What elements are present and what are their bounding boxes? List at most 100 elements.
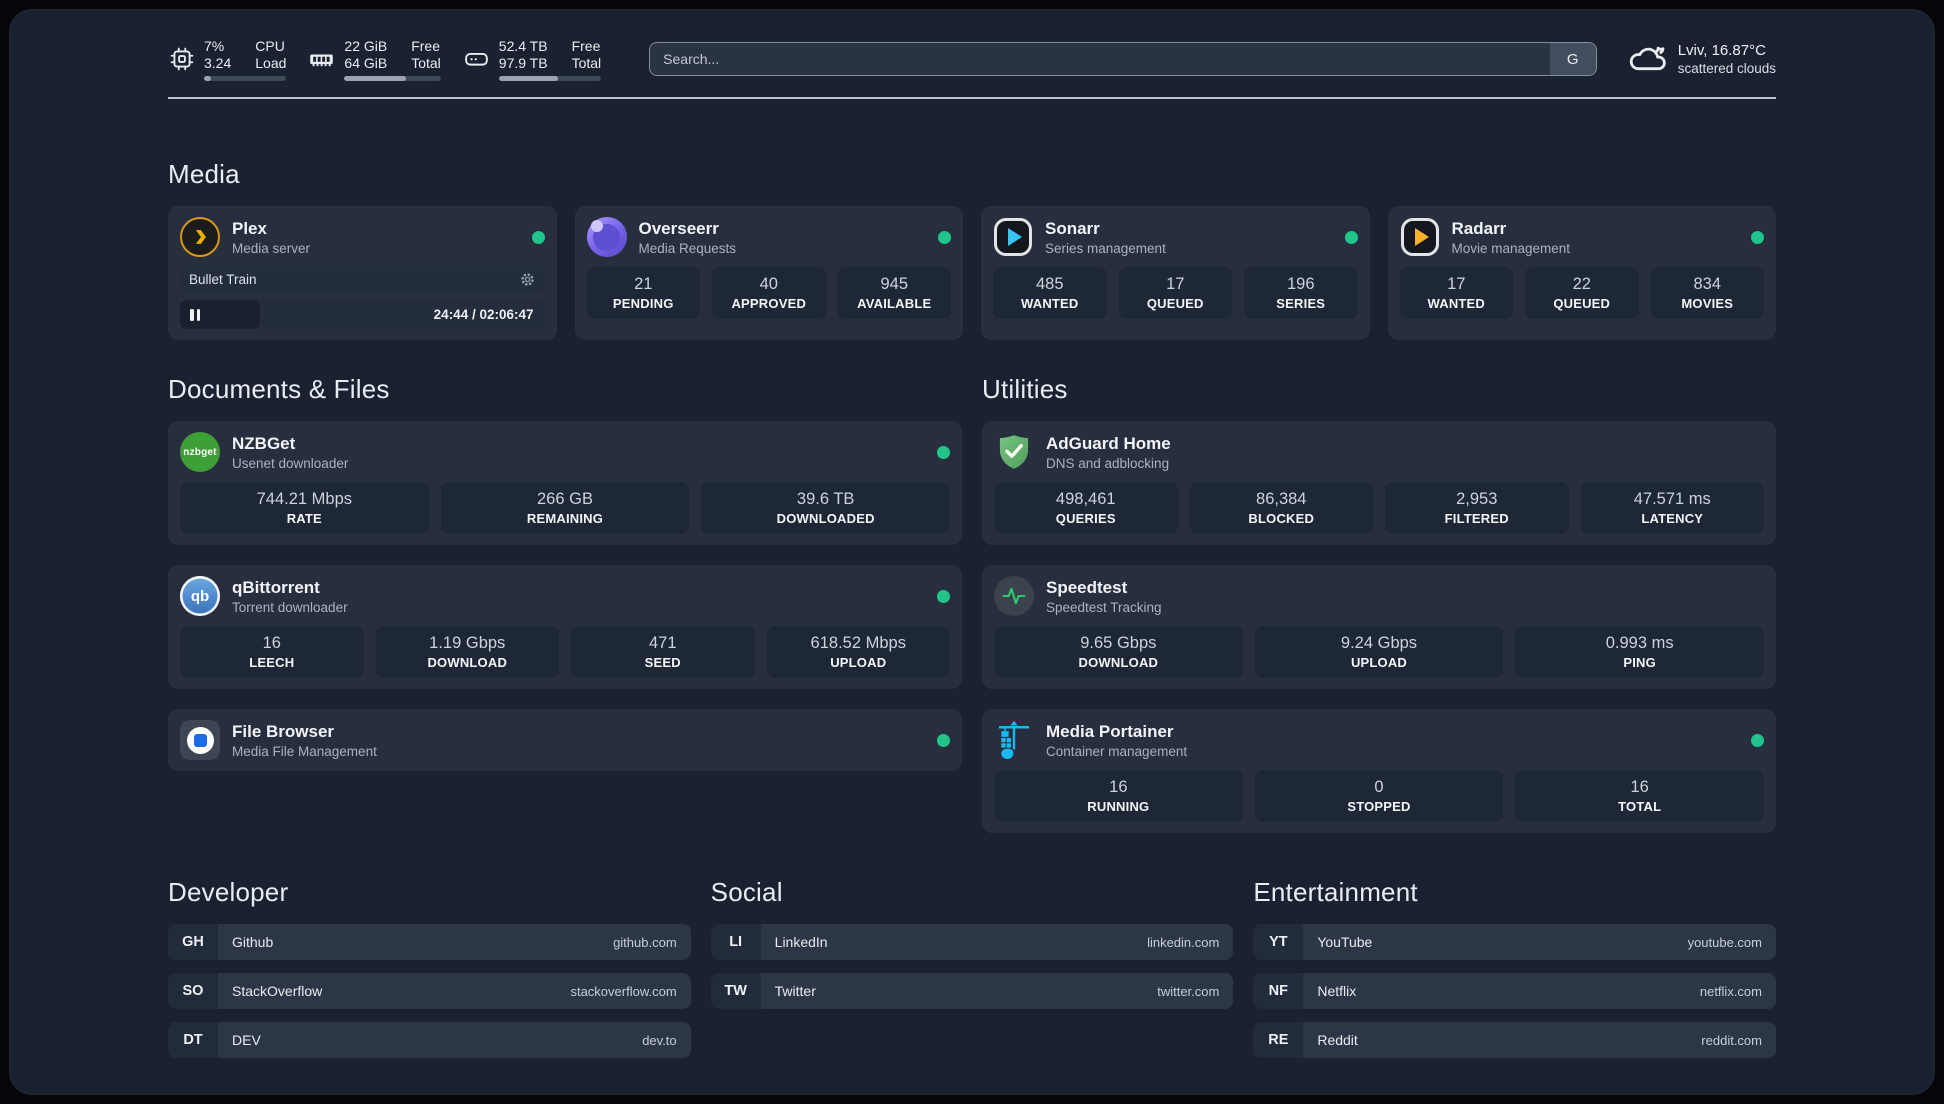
storage-total-value: 97.9 TB [498, 54, 548, 71]
stat-tile-stopped: 0 STOPPED [1254, 770, 1504, 822]
stat-tile-remaining: 266 GB REMAINING [440, 482, 690, 534]
status-online-dot [937, 589, 950, 603]
search-engine-button[interactable]: G [1549, 43, 1596, 75]
app-subtitle: Media Requests [638, 240, 737, 256]
bookmark-dev[interactable]: DT DEV dev.to [168, 1022, 691, 1058]
bookmark-name: Reddit [1317, 1032, 1358, 1048]
adguard-card[interactable]: AdGuard Home DNS and adblocking 498,461 Q… [982, 421, 1776, 545]
app-subtitle: Container management [1046, 743, 1188, 759]
storage-icon [463, 46, 490, 73]
bookmark-url: twitter.com [1157, 983, 1220, 999]
bookmark-netflix[interactable]: NF Netflix netflix.com [1253, 973, 1776, 1009]
stat-tile-leech: 16 LEECH [180, 626, 364, 678]
nzbget-card[interactable]: nzbget NZBGet Usenet downloader 744.21 M… [168, 421, 962, 545]
adguard-shield-icon [994, 432, 1034, 472]
header-divider [168, 97, 1776, 99]
stat-tile-queries: 498,461 QUERIES [994, 482, 1178, 534]
bookmark-name: Github [232, 934, 274, 950]
plex-icon [180, 217, 220, 257]
dashboard-window: 7% CPU 3.24 Load 22 GiB Free 64 GiB Tota… [10, 10, 1934, 1094]
overseerr-card[interactable]: Overseerr Media Requests 21 PENDING 40 APP… [574, 206, 963, 340]
weather-condition: scattered clouds [1677, 61, 1776, 76]
storage-total-label: Total [571, 54, 602, 71]
entertainment-bookmarks: Entertainment YT YouTube youtube.com NF N… [1253, 877, 1776, 1058]
app-subtitle: Media File Management [232, 743, 377, 759]
bookmark-name: Netflix [1317, 983, 1357, 999]
qbittorrent-card[interactable]: qb qBittorrent Torrent downloader 16 LEEC… [168, 565, 962, 689]
stat-tile-queued: 22 QUEUED [1525, 267, 1639, 319]
documents-column: Documents & Files nzbget NZBGet Usenet d… [168, 374, 962, 771]
bookmark-youtube[interactable]: YT YouTube youtube.com [1253, 924, 1776, 960]
bookmark-abbr: LI [710, 924, 761, 960]
bookmark-github[interactable]: GH Github github.com [168, 924, 691, 960]
cpu-load-label: Load [255, 54, 287, 71]
memory-free-value: 22 GiB [344, 37, 388, 54]
speedtest-pulse-icon [994, 576, 1034, 616]
speedtest-card[interactable]: Speedtest Speedtest Tracking 9.65 Gbps DO… [982, 565, 1776, 689]
bookmark-abbr: YT [1253, 924, 1304, 960]
storage-free-value: 52.4 TB [498, 37, 548, 54]
bookmark-abbr: GH [168, 924, 218, 960]
qbittorrent-icon: qb [180, 576, 220, 616]
app-title: NZBGet [232, 433, 296, 453]
memory-icon [308, 46, 335, 73]
cpu-icon [168, 46, 195, 73]
filebrowser-card[interactable]: File Browser Media File Management [168, 709, 962, 771]
radarr-card[interactable]: Radarr Movie management 17 WANTED 22 QUEUE… [1387, 206, 1776, 340]
bookmark-name: DEV [232, 1032, 261, 1048]
stat-tile-filtered: 2,953 FILTERED [1385, 482, 1569, 534]
bookmark-twitter[interactable]: TW Twitter twitter.com [710, 973, 1234, 1009]
developer-bookmarks: Developer GH Github github.com SO StackOv… [168, 877, 691, 1058]
portainer-card[interactable]: Media Portainer Container management 16 R… [982, 709, 1776, 833]
app-title: Radarr [1451, 218, 1507, 238]
radarr-icon [1400, 217, 1440, 257]
stat-tile-ping: 0.993 ms PING [1515, 626, 1764, 678]
cpu-usage-value: 7% [204, 37, 225, 54]
app-title: qBittorrent [232, 577, 320, 597]
app-subtitle: Movie management [1451, 240, 1571, 256]
app-title: Sonarr [1045, 218, 1100, 238]
status-online-dot [1751, 230, 1764, 244]
cloud-icon [1627, 40, 1667, 79]
cpu-progress-bar [204, 75, 287, 81]
bookmark-url: dev.to [642, 1032, 677, 1048]
app-subtitle: Speedtest Tracking [1046, 599, 1162, 615]
bookmark-url: reddit.com [1701, 1032, 1762, 1048]
top-bar: 7% CPU 3.24 Load 22 GiB Free 64 GiB Tota… [168, 34, 1776, 84]
pause-icon[interactable] [190, 308, 194, 321]
overseerr-icon [586, 217, 627, 257]
app-title: Speedtest [1046, 577, 1128, 597]
stat-tile-upload: 9.24 Gbps UPLOAD [1254, 626, 1504, 678]
search-input[interactable] [649, 42, 1597, 76]
playback-time: 24:44 / 02:06:47 [433, 307, 534, 322]
stat-tile-wanted: 485 WANTED [993, 267, 1107, 319]
memory-progress-bar [344, 75, 441, 81]
cpu-stat-group: 7% CPU 3.24 Load [168, 37, 287, 81]
stat-tile-seed: 471 SEED [571, 626, 755, 678]
sonarr-card[interactable]: Sonarr Series management 485 WANTED 17 QUE… [981, 206, 1370, 340]
plex-card[interactable]: Plex Media server Bullet Train 24:44 / 0… [168, 206, 557, 340]
bookmark-linkedin[interactable]: LI LinkedIn linkedin.com [710, 924, 1234, 960]
app-subtitle: DNS and adblocking [1046, 455, 1170, 471]
cpu-label: CPU [255, 37, 285, 54]
bookmark-url: netflix.com [1699, 983, 1762, 999]
bookmark-stackoverflow[interactable]: SO StackOverflow stackoverflow.com [168, 973, 691, 1009]
section-title-social: Social [710, 877, 783, 907]
playback-progress-bar[interactable]: 24:44 / 02:06:47 [180, 300, 545, 329]
gear-icon[interactable] [519, 271, 536, 288]
filebrowser-icon [180, 720, 220, 760]
section-title-developer: Developer [168, 877, 289, 907]
section-title-documents: Documents & Files [168, 374, 390, 404]
stat-tile-pending: 21 PENDING [586, 267, 700, 319]
social-bookmarks: Social LI LinkedIn linkedin.com TW Twitte… [710, 877, 1234, 1058]
now-playing-title: Bullet Train [189, 272, 257, 287]
bookmark-reddit[interactable]: RE Reddit reddit.com [1253, 1022, 1776, 1058]
stat-tile-approved: 40 APPROVED [712, 267, 826, 319]
weather-widget: Lviv, 16.87°C scattered clouds [1627, 40, 1776, 79]
app-title: File Browser [232, 721, 335, 741]
memory-total-value: 64 GiB [344, 54, 388, 71]
bookmark-name: StackOverflow [232, 983, 323, 999]
bookmark-abbr: TW [710, 973, 761, 1009]
stat-tile-queued: 17 QUEUED [1118, 267, 1232, 319]
bookmark-url: linkedin.com [1147, 934, 1220, 950]
